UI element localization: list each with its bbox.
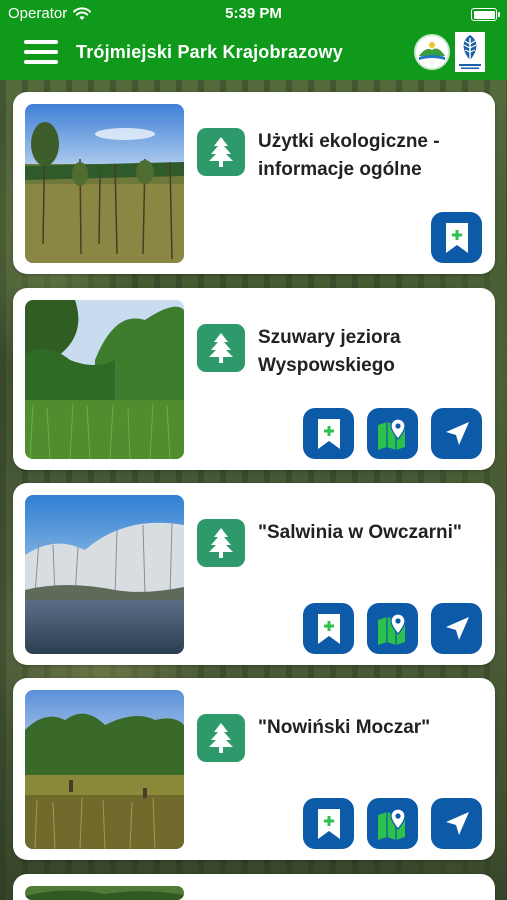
navigation-arrow-icon	[445, 811, 469, 835]
map-pin-icon	[377, 417, 406, 450]
tree-icon	[197, 128, 245, 176]
status-bar: Operator 5:39 PM	[0, 0, 507, 28]
map-pin-icon	[377, 807, 406, 840]
bookmark-add-icon	[317, 613, 340, 644]
tree-icon	[197, 714, 245, 762]
clock: 5:39 PM	[225, 5, 282, 22]
item-title: "Nowiński Moczar"	[258, 717, 431, 738]
navigate-button[interactable]	[431, 798, 482, 849]
navigate-button[interactable]	[431, 603, 482, 654]
show-on-map-button[interactable]	[367, 798, 418, 849]
bookmark-add-icon	[317, 418, 340, 449]
list-item[interactable]: Użytki ekologiczne - informacje ogólne	[13, 92, 495, 274]
tree-icon	[197, 519, 245, 567]
show-on-map-button[interactable]	[367, 603, 418, 654]
navigation-arrow-icon	[445, 616, 469, 640]
park-logo	[414, 34, 450, 70]
bookmark-add-icon	[317, 808, 340, 839]
item-title: Użytki ekologiczne - informacje ogólne	[258, 131, 440, 180]
place-photo	[25, 690, 184, 849]
add-favorite-button[interactable]	[303, 798, 354, 849]
list-item[interactable]: "Salwinia w Owczarni"	[13, 483, 495, 665]
place-photo	[25, 886, 184, 900]
place-photo	[25, 495, 184, 654]
show-on-map-button[interactable]	[367, 408, 418, 459]
item-title: "Salwinia w Owczarni"	[258, 522, 462, 543]
add-favorite-button[interactable]	[431, 212, 482, 263]
place-photo	[25, 300, 184, 459]
add-favorite-button[interactable]	[303, 408, 354, 459]
list-item[interactable]: Szuwary jeziora Wyspowskiego	[13, 288, 495, 470]
list-item[interactable]: "Nowiński Moczar"	[13, 678, 495, 860]
place-photo	[25, 104, 184, 263]
navigate-button[interactable]	[431, 408, 482, 459]
hamburger-menu-button[interactable]	[24, 38, 58, 66]
app-header: Operator 5:39 PM Trójmiejski Park Krajob…	[0, 0, 507, 80]
navigation-arrow-icon	[445, 421, 469, 445]
battery-icon	[471, 8, 500, 21]
authority-logo	[455, 32, 485, 72]
map-pin-icon	[377, 612, 406, 645]
tree-icon	[197, 324, 245, 372]
list-item[interactable]	[13, 874, 495, 900]
add-favorite-button[interactable]	[303, 603, 354, 654]
navigation-bar: Trójmiejski Park Krajobrazowy	[0, 28, 507, 80]
bookmark-add-icon	[445, 222, 468, 253]
item-title: Szuwary jeziora Wyspowskiego	[258, 327, 401, 376]
page-title: Trójmiejski Park Krajobrazowy	[76, 42, 343, 62]
